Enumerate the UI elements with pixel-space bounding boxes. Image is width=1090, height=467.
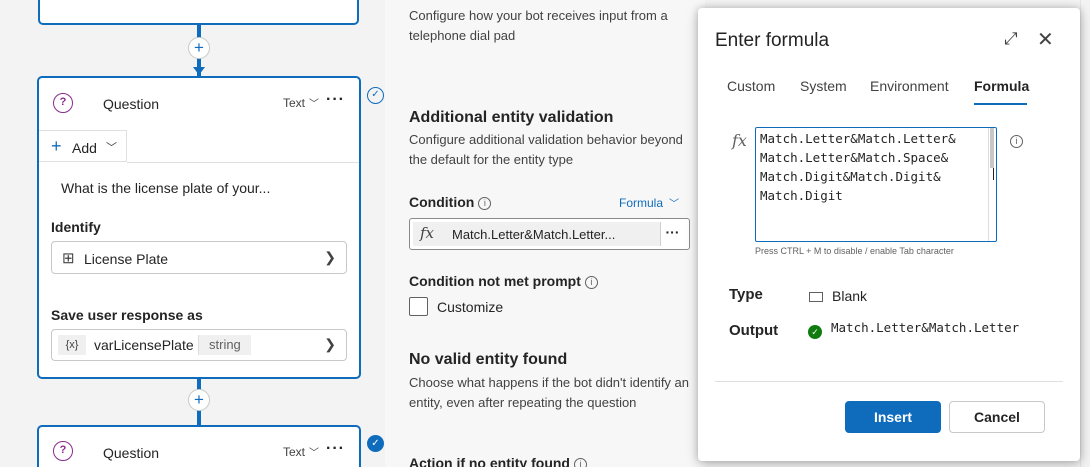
authoring-canvas: + ? Question Text ﹀ ··· + Add ﹀ What is t… [0,0,385,467]
question-node[interactable]: ? Question Text ﹀ ··· [37,425,361,467]
entity-selector[interactable]: ⊞ License Plate ❯ [51,241,347,274]
expand-icon[interactable]: ⤢ [1004,29,1018,49]
blank-type-icon [809,292,823,302]
action-no-entity-label: Action if no entity found i [409,455,587,467]
info-icon[interactable]: i [584,276,598,289]
tab-environment[interactable]: Environment [870,78,949,94]
divider [127,162,359,163]
tab-custom[interactable]: Custom [727,78,775,94]
condition-not-met-label: Condition not met prompt i [409,273,598,289]
add-node-button[interactable]: + [188,37,210,59]
info-icon[interactable]: i [573,458,587,467]
info-icon[interactable]: i [1010,135,1023,148]
chevron-down-icon: ﹀ [106,142,117,154]
node-title: Question [103,445,160,461]
save-response-label: Save user response as [51,307,203,323]
no-entity-desc: Choose what happens if the bot didn't id… [409,375,690,410]
node-type-label: Text [282,445,305,459]
chevron-down-icon: ﹀ [309,99,319,110]
add-button[interactable]: + Add ﹀ [39,130,127,162]
variable-type: string [198,335,251,355]
node-type-label: Text [282,96,305,110]
connector-arrow [193,67,205,75]
chevron-right-icon: ❯ [324,336,336,352]
condition-field[interactable]: fx Match.Letter&Match.Letter... ··· [409,218,690,250]
formula-editor[interactable]: Match.Letter&Match.Letter& Match.Letter&… [755,127,997,242]
add-node-button[interactable]: + [188,389,210,411]
condition-mode-label: Formula [619,196,664,210]
type-label: Type [729,286,763,303]
node-more-button[interactable]: ··· [326,91,345,109]
condition-mode-dropdown[interactable]: Formula ﹀ [619,195,679,210]
close-icon[interactable]: ✕ [1037,27,1054,52]
formula-line: Match.Letter&Match.Space& [760,150,949,165]
fx-icon: fx [420,224,435,242]
plus-icon: + [51,136,62,156]
customize-checkbox[interactable] [409,297,428,316]
node-more-button[interactable]: ··· [326,440,345,458]
check-filled-icon: ✓ [367,435,384,452]
info-icon[interactable]: i [478,197,492,210]
entity-name: License Plate [84,251,169,267]
chevron-down-icon: ﹀ [309,448,319,459]
tab-formula[interactable]: Formula [974,78,1029,94]
additional-validation-desc: Configure additional validation behavior… [409,132,683,167]
variable-name: varLicensePlate [94,337,194,353]
previous-node[interactable] [38,0,359,25]
customize-label: Customize [437,299,504,315]
condition-not-met-text: Condition not met prompt [409,273,581,289]
no-entity-title: No valid entity found [409,351,568,368]
node-title: Question [103,96,160,112]
variable-icon: {x} [58,335,86,355]
editor-scrollbar[interactable] [988,128,996,241]
active-tab-indicator [974,103,1027,105]
action-no-entity-text: Action if no entity found [409,455,570,467]
success-check-icon: ✓ [808,325,822,339]
condition-more-button[interactable]: ··· [660,222,684,246]
formula-line: Match.Digit&Match.Digit& [760,169,941,184]
question-icon: ? [53,441,73,461]
scrollbar-thumb[interactable] [990,128,994,168]
type-value: Blank [832,288,868,304]
chevron-down-icon: ﹀ [669,199,680,210]
question-node-header: ? Question Text ﹀ ··· [39,78,359,128]
dialpad-description: Configure how your bot receives input fr… [409,8,668,43]
node-type-dropdown[interactable]: Text ﹀ [283,95,319,110]
formula-line: Match.Letter&Match.Letter& [760,131,956,146]
chevron-right-icon: ❯ [324,249,336,265]
dialog-title: Enter formula [715,30,830,51]
entity-grid-icon: ⊞ [62,250,75,267]
question-node[interactable]: ? Question Text ﹀ ··· + Add ﹀ What is the… [37,76,361,379]
divider [715,381,1063,382]
formula-line: Match.Digit [760,188,843,203]
editor-hint: Press CTRL + M to disable / enable Tab c… [755,246,954,256]
output-label: Output [729,322,779,339]
tab-system[interactable]: System [800,78,847,94]
add-label: Add [72,140,97,156]
variable-selector[interactable]: {x} varLicensePlate string ❯ [51,329,347,361]
node-type-dropdown[interactable]: Text ﹀ [283,444,319,459]
output-value: Match.Letter&Match.Letter [831,320,1020,335]
right-edge-panel [1080,0,1090,467]
condition-label: Condition i [409,194,492,210]
additional-validation-title: Additional entity validation [409,109,614,126]
fx-icon: fx [732,131,747,150]
enter-formula-dialog: Enter formula ⤢ ✕ Custom System Environm… [698,8,1080,461]
insert-button[interactable]: Insert [845,401,941,433]
question-node-header: ? Question Text ﹀ ··· [39,427,359,467]
question-icon: ? [53,93,73,113]
condition-value: Match.Letter&Match.Letter... [452,227,616,242]
cancel-button[interactable]: Cancel [949,401,1045,433]
properties-panel: Configure how your bot receives input fr… [385,0,705,467]
identify-label: Identify [51,219,101,235]
question-prompt-text[interactable]: What is the license plate of your... [61,180,270,196]
check-outline-icon: ✓ [367,87,384,104]
condition-label-text: Condition [409,194,475,210]
